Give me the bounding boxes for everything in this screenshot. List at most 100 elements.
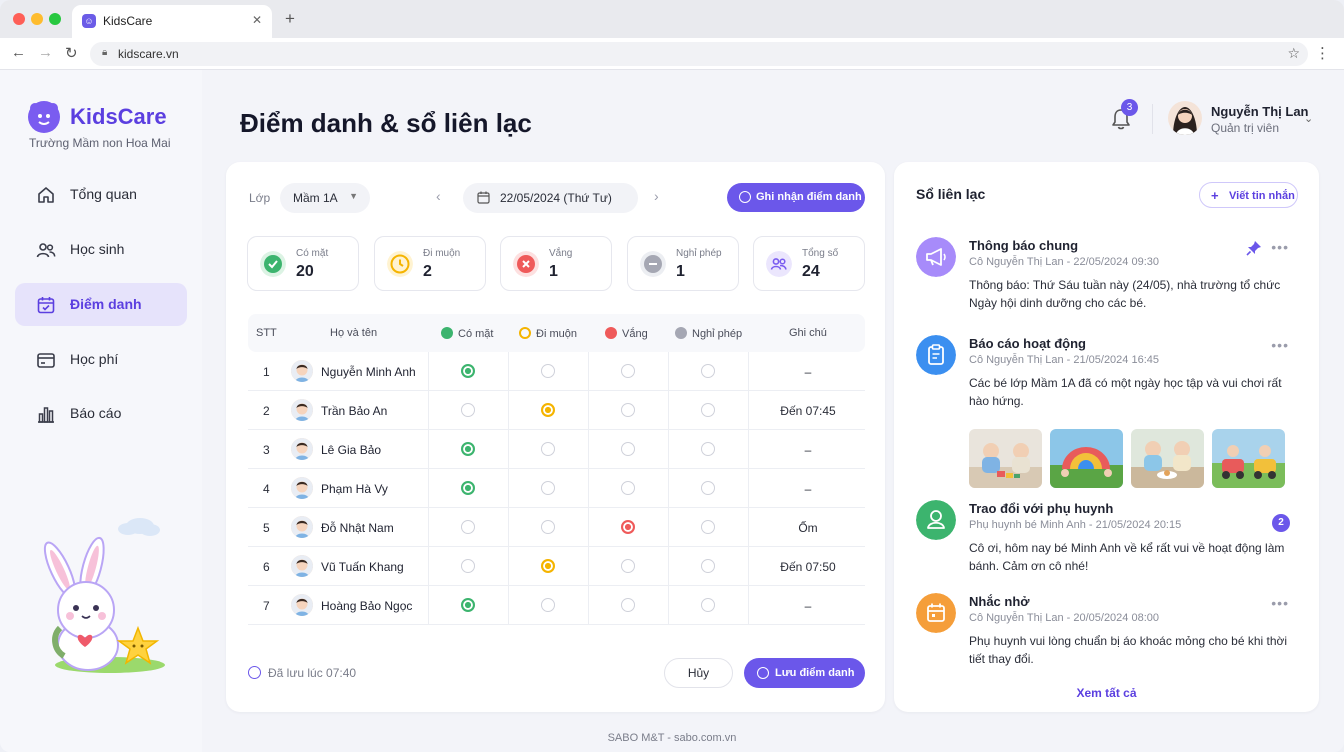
- user-name[interactable]: Nguyễn Thị Lan: [1211, 104, 1309, 119]
- activity-photo-thumbnail[interactable]: [969, 429, 1042, 488]
- class-select[interactable]: Mầm 1A ▼: [280, 183, 370, 213]
- save-attendance-button[interactable]: Lưu điểm danh: [744, 658, 865, 688]
- radio-present[interactable]: [461, 364, 475, 378]
- table-row: 7 Hoàng Bảo Ngọc –: [248, 586, 865, 625]
- see-all-link[interactable]: Xem tất cả: [894, 686, 1319, 700]
- radio-absent[interactable]: [621, 403, 635, 417]
- absent-dot-icon: [605, 327, 617, 339]
- stat-value: 24: [802, 263, 820, 280]
- radio-late[interactable]: [541, 364, 555, 378]
- app-window: ☺ KidsCare ✕ + ← → ↻ 🔒︎ kidscare.vn ☆ ⋮ …: [0, 0, 1344, 752]
- sidebar-item-overview[interactable]: Tổng quan: [15, 173, 187, 216]
- tab-close-icon[interactable]: ✕: [252, 13, 262, 27]
- note-item[interactable]: Thông báo chung Cô Nguyễn Thị Lan - 22/0…: [916, 237, 1306, 317]
- note-title: Báo cáo hoạt động: [969, 336, 1086, 351]
- radio-leave[interactable]: [701, 481, 715, 495]
- student-name[interactable]: Vũ Tuấn Khang: [321, 560, 404, 574]
- student-name[interactable]: Lê Gia Bảo: [321, 443, 381, 457]
- column-divider: [508, 391, 509, 430]
- student-name[interactable]: Nguyễn Minh Anh: [321, 365, 416, 379]
- student-name[interactable]: Phạm Hà Vy: [321, 482, 388, 496]
- radio-present[interactable]: [461, 403, 475, 417]
- sidebar-item-students[interactable]: Học sinh: [15, 228, 187, 271]
- chevron-down-icon[interactable]: ⌄: [1304, 112, 1313, 125]
- radio-late[interactable]: [541, 442, 555, 456]
- radio-leave[interactable]: [701, 520, 715, 534]
- notification-count-badge: 3: [1121, 99, 1138, 116]
- radio-present[interactable]: [461, 520, 475, 534]
- table-row: 2 Trần Bảo An Đến 07:45: [248, 391, 865, 430]
- stat-absent: Vắng 1: [500, 236, 612, 291]
- date-picker[interactable]: 22/05/2024 (Thứ Tư): [463, 183, 638, 213]
- activity-photo-thumbnail[interactable]: [1131, 429, 1204, 488]
- radio-absent[interactable]: [621, 559, 635, 573]
- sidebar-item-tuition[interactable]: Học phí: [15, 338, 187, 381]
- cancel-button[interactable]: Hủy: [664, 658, 733, 688]
- row-note: –: [804, 365, 812, 379]
- note-item[interactable]: Nhắc nhở Cô Nguyễn Thị Lan - 20/05/2024 …: [916, 593, 1306, 673]
- radio-leave[interactable]: [701, 403, 715, 417]
- radio-absent[interactable]: [621, 364, 635, 378]
- more-options-icon[interactable]: •••: [1271, 595, 1289, 611]
- radio-leave[interactable]: [701, 598, 715, 612]
- stat-label: Vắng: [549, 248, 573, 259]
- wallet-icon: [37, 353, 55, 368]
- radio-late[interactable]: [541, 520, 555, 534]
- note-meta: Cô Nguyễn Thị Lan - 22/05/2024 09:30: [969, 256, 1159, 268]
- previous-date-button[interactable]: ‹: [436, 188, 441, 204]
- more-options-icon[interactable]: •••: [1271, 239, 1289, 255]
- footer-credit: SABO M&T - sabo.com.vn: [607, 732, 737, 744]
- student-name[interactable]: Trần Bảo An: [321, 404, 387, 418]
- student-name[interactable]: Hoàng Bảo Ngọc: [321, 599, 412, 613]
- url-field[interactable]: 🔒︎ kidscare.vn ☆: [90, 42, 1308, 66]
- forward-icon[interactable]: →: [38, 44, 53, 61]
- browser-tab[interactable]: ☺ KidsCare ✕: [72, 5, 272, 38]
- next-date-button[interactable]: ›: [654, 188, 659, 204]
- radio-leave[interactable]: [701, 442, 715, 456]
- activity-photo-thumbnail[interactable]: [1050, 429, 1123, 488]
- column-divider: [748, 508, 749, 547]
- browser-menu-icon[interactable]: ⋮: [1315, 44, 1330, 62]
- browser-tabbar: ☺ KidsCare ✕ +: [0, 0, 1344, 38]
- plus-icon: +: [1211, 188, 1219, 203]
- column-divider: [748, 547, 749, 586]
- compose-message-button[interactable]: + Viết tin nhắn: [1199, 182, 1298, 208]
- close-window-button[interactable]: [13, 13, 25, 25]
- reload-icon[interactable]: ↻: [65, 44, 78, 62]
- radio-absent[interactable]: [621, 442, 635, 456]
- sidebar-item-reports[interactable]: Báo cáo: [15, 392, 187, 435]
- radio-present[interactable]: [461, 442, 475, 456]
- radio-absent[interactable]: [621, 520, 635, 534]
- maximize-window-button[interactable]: [49, 13, 61, 25]
- back-icon[interactable]: ←: [11, 44, 26, 61]
- activity-photo-thumbnail[interactable]: [1212, 429, 1285, 488]
- user-avatar[interactable]: [1168, 101, 1202, 135]
- radio-present[interactable]: [461, 559, 475, 573]
- radio-late[interactable]: [541, 481, 555, 495]
- new-tab-button[interactable]: +: [285, 9, 295, 29]
- radio-present[interactable]: [461, 481, 475, 495]
- column-divider: [508, 430, 509, 469]
- note-item[interactable]: Trao đổi với phụ huynh Phụ huynh bé Minh…: [916, 500, 1306, 580]
- radio-leave[interactable]: [701, 364, 715, 378]
- radio-leave[interactable]: [701, 559, 715, 573]
- note-item[interactable]: Báo cáo hoạt động Cô Nguyễn Thị Lan - 21…: [916, 335, 1306, 495]
- radio-absent[interactable]: [621, 481, 635, 495]
- student-avatar: [291, 594, 313, 616]
- bookmark-star-icon[interactable]: ☆: [1287, 45, 1300, 62]
- pin-icon[interactable]: [1246, 240, 1262, 256]
- radio-absent[interactable]: [621, 598, 635, 612]
- column-divider: [508, 469, 509, 508]
- minus-circle-icon: [640, 251, 666, 277]
- radio-late[interactable]: [541, 559, 555, 573]
- logo-icon: [28, 101, 60, 133]
- column-divider: [588, 547, 589, 586]
- radio-present[interactable]: [461, 598, 475, 612]
- sidebar-item-attendance[interactable]: Điểm danh: [15, 283, 187, 326]
- more-options-icon[interactable]: •••: [1271, 337, 1289, 353]
- student-name[interactable]: Đỗ Nhật Nam: [321, 521, 394, 535]
- radio-late[interactable]: [541, 598, 555, 612]
- radio-late[interactable]: [541, 403, 555, 417]
- minimize-window-button[interactable]: [31, 13, 43, 25]
- record-attendance-button[interactable]: Ghi nhận điểm danh: [727, 183, 865, 212]
